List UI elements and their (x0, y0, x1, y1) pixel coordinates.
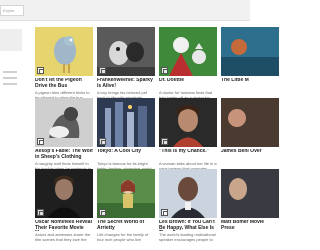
video-card[interactable]: Dr. Dolittle A doctor for humans finds t… (159, 27, 217, 100)
video-title[interactable]: James Beni Over (221, 149, 279, 160)
video-thumbnail[interactable] (97, 169, 155, 218)
video-type-icon (161, 209, 168, 216)
video-card[interactable]: Oscar Nominees Reveal Their Favorite Mov… (35, 169, 93, 242)
video-type-icon (99, 67, 106, 74)
top-bar: Explor (0, 0, 250, 21)
video-card[interactable]: Les Brown: If You Can't Be Happy, What E… (159, 169, 217, 242)
video-card[interactable]: Aesop's Fable: The Wolf in Sheep's Cloth… (35, 98, 93, 171)
video-title[interactable]: The Little M (221, 78, 279, 89)
video-card[interactable]: Don't let the Pigeon Drive the Bus A pig… (35, 27, 93, 100)
video-type-icon (99, 209, 106, 216)
video-title[interactable]: Aesop's Fable: The Wolf in Sheep's Cloth… (35, 149, 93, 160)
video-title[interactable]: Dr. Dolittle (159, 78, 217, 89)
video-description (221, 232, 279, 242)
video-card[interactable]: "This is my Chance." A woman talks about… (159, 98, 217, 171)
video-type-icon (37, 138, 44, 145)
video-thumbnail[interactable] (35, 169, 93, 218)
video-card[interactable]: James Beni Over (221, 98, 279, 171)
search-input[interactable]: Explor (0, 5, 24, 16)
video-title[interactable]: Don't let the Pigeon Drive the Bus (35, 78, 93, 89)
sidebar (0, 21, 22, 250)
video-description: Actors and actresses share the film scen… (35, 232, 91, 242)
video-description: Life changes for the family of four inch… (97, 232, 149, 242)
video-title[interactable]: Oscar Nominees Reveal Their Favorite Mov… (35, 220, 93, 231)
video-thumbnail[interactable] (159, 169, 217, 218)
video-card[interactable]: Matt Bomer Movie Prese (221, 169, 279, 242)
video-card[interactable]: Tokyo: A Cool City Tokyo is famous for i… (97, 98, 155, 171)
video-type-icon (37, 67, 44, 74)
video-title[interactable]: "This is my Chance." (159, 149, 217, 160)
video-type-icon (99, 138, 106, 145)
video-title[interactable]: Les Brown: If You Can't Be Happy, What E… (159, 220, 217, 231)
video-type-icon (161, 67, 168, 74)
video-title[interactable]: Frankenweenie: Sparky is Alive! (97, 78, 155, 89)
video-card[interactable]: The Secret World of Arrietty Life change… (97, 169, 155, 242)
sidebar-lines (3, 71, 17, 89)
video-thumbnail[interactable] (221, 27, 279, 76)
video-thumbnail[interactable] (221, 98, 279, 147)
video-title[interactable]: Matt Bomer Movie Prese (221, 220, 279, 231)
video-type-icon (161, 138, 168, 145)
video-card[interactable]: Frankenweenie: Sparky is Alive! A boy br… (97, 27, 155, 100)
video-title[interactable]: The Secret World of Arrietty (97, 220, 155, 231)
video-thumbnail[interactable] (97, 27, 155, 76)
video-thumbnail[interactable] (221, 169, 279, 218)
video-thumbnail[interactable] (35, 98, 93, 147)
video-title[interactable]: Tokyo: A Cool City (97, 149, 155, 160)
video-thumbnail[interactable] (35, 27, 93, 76)
video-thumbnail[interactable] (159, 27, 217, 76)
sidebar-item[interactable] (0, 29, 22, 51)
video-thumbnail[interactable] (97, 98, 155, 147)
video-description: The world's leading motivational speaker… (159, 232, 216, 242)
video-thumbnail[interactable] (159, 98, 217, 147)
video-type-icon (37, 209, 44, 216)
video-card[interactable]: The Little M (221, 27, 279, 100)
